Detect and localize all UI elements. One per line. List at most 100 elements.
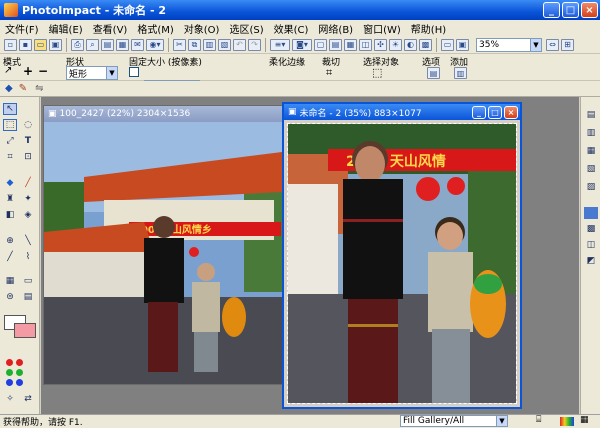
add-icon[interactable]: ▥ bbox=[454, 67, 467, 79]
brush-panel-icon[interactable]: ◫ bbox=[584, 239, 598, 251]
swap-colors-icon[interactable]: ⇄ bbox=[21, 393, 35, 405]
email-icon[interactable]: ✉ bbox=[131, 38, 144, 51]
preview-icon[interactable]: ◫ bbox=[359, 38, 372, 51]
fill-tool-icon[interactable]: ◆ bbox=[3, 177, 17, 189]
print-preview-icon[interactable]: ⌕ bbox=[86, 38, 99, 51]
color-mode-icon[interactable] bbox=[560, 417, 574, 426]
paste-icon[interactable]: ▥ bbox=[203, 38, 216, 51]
photoimpact-app-icon[interactable] bbox=[4, 3, 18, 17]
auto-process-icon[interactable]: ◐ bbox=[404, 38, 417, 51]
menu-edit[interactable]: 编辑(E) bbox=[44, 21, 88, 36]
fixed-size-checkbox[interactable] bbox=[129, 67, 139, 77]
brush-tool-icon[interactable]: ╲ bbox=[21, 235, 35, 247]
chevron-down-icon[interactable]: ▼ bbox=[106, 67, 117, 79]
chevron-down-icon[interactable]: ▼ bbox=[496, 416, 507, 426]
menu-file[interactable]: 文件(F) bbox=[0, 21, 44, 36]
window-titlebar[interactable]: ▣ 100_2427 (22%) 2304×1536 bbox=[44, 106, 282, 122]
camera-dropdown-icon[interactable]: ◙▾ bbox=[292, 38, 312, 51]
window-minimize-button[interactable]: _ bbox=[472, 105, 486, 119]
green-color-dot[interactable] bbox=[6, 369, 13, 376]
actual-size-icon[interactable]: ⊞ bbox=[561, 38, 574, 51]
mode-add-icon[interactable]: + bbox=[23, 64, 33, 78]
layers-icon[interactable]: ▩ bbox=[419, 38, 432, 51]
undo-icon[interactable]: ↶ bbox=[233, 38, 246, 51]
grid-tool-icon[interactable]: ▦ bbox=[3, 275, 17, 287]
copy-icon[interactable]: ⧉ bbox=[188, 38, 201, 51]
crop-tool-icon[interactable]: ⌗ bbox=[3, 151, 17, 163]
window-close-button[interactable]: × bbox=[504, 105, 518, 119]
line-tool-icon[interactable]: ╱ bbox=[3, 251, 17, 263]
green-color-dot[interactable] bbox=[16, 369, 23, 376]
image-window-background[interactable]: ▣ 100_2427 (22%) 2304×1536 2004天山风情乡 bbox=[43, 105, 283, 385]
menu-view[interactable]: 查看(V) bbox=[88, 21, 133, 36]
layer-manager-icon[interactable]: ▥ bbox=[584, 127, 598, 139]
window-titlebar[interactable]: ▣ 未命名 - 2 (35%) 883×1077 _ □ × bbox=[284, 104, 520, 120]
new-image-icon[interactable]: ▪ bbox=[19, 38, 32, 51]
eyedropper-icon[interactable]: ╱ bbox=[21, 177, 35, 189]
material-panel-icon[interactable]: ◩ bbox=[584, 255, 598, 267]
pen-icon[interactable]: ✎ bbox=[19, 83, 27, 94]
minimize-button[interactable]: _ bbox=[543, 2, 560, 18]
lasso-tool-icon[interactable]: ◌ bbox=[21, 119, 35, 131]
maximize-button[interactable]: □ bbox=[562, 2, 579, 18]
red-color-dot[interactable] bbox=[6, 359, 13, 366]
chevron-down-icon[interactable]: ▼ bbox=[530, 38, 541, 51]
menu-format[interactable]: 格式(M) bbox=[132, 21, 178, 36]
open-folder-icon[interactable]: ▭ bbox=[34, 38, 47, 51]
stamp-tool-icon[interactable]: ♜ bbox=[3, 193, 17, 205]
ruler-icon[interactable]: ⌸ bbox=[536, 415, 541, 425]
image-grid-icon[interactable]: ▦ bbox=[344, 38, 357, 51]
menu-web[interactable]: 网络(B) bbox=[313, 21, 358, 36]
blue-color-dot[interactable] bbox=[16, 379, 23, 386]
navigator-icon[interactable]: ▨ bbox=[584, 181, 598, 193]
image-frame-icon[interactable]: ▢ bbox=[314, 38, 327, 51]
eraser-tool-icon[interactable]: ◧ bbox=[3, 209, 17, 221]
new-file-icon[interactable]: ▫ bbox=[4, 38, 17, 51]
grid-status-icon[interactable]: ▦ bbox=[580, 415, 589, 425]
fit-window-icon[interactable]: ⇔ bbox=[546, 38, 559, 51]
mode-subtract-icon[interactable]: − bbox=[38, 64, 48, 78]
menu-object[interactable]: 对象(O) bbox=[179, 21, 225, 36]
window-maximize-button[interactable]: □ bbox=[488, 105, 502, 119]
paste-new-icon[interactable]: ▧ bbox=[218, 38, 231, 51]
zoom-select[interactable]: 35% ▼ bbox=[476, 37, 542, 52]
options-icon[interactable]: ▤ bbox=[427, 67, 440, 79]
scan-icon[interactable]: ▤ bbox=[101, 38, 114, 51]
web-tool-icon[interactable]: ⊜ bbox=[3, 291, 17, 303]
mode-select-icon[interactable]: ↗ bbox=[4, 65, 12, 76]
redo-icon[interactable]: ↷ bbox=[248, 38, 261, 51]
path-tool-icon[interactable]: ⌇ bbox=[21, 251, 35, 263]
brightness-icon[interactable]: ☀ bbox=[389, 38, 402, 51]
print-icon[interactable]: ⎙ bbox=[71, 38, 84, 51]
magic-wand-icon[interactable]: ✦ bbox=[21, 193, 35, 205]
photo-canvas[interactable]: 2004天山风情乡 bbox=[44, 122, 282, 384]
pin-icon[interactable]: ◆ bbox=[5, 83, 13, 94]
image-list-icon[interactable]: ▤ bbox=[329, 38, 342, 51]
transform-icon[interactable]: ✣ bbox=[374, 38, 387, 51]
red-color-dot[interactable] bbox=[16, 359, 23, 366]
retouch-tool-icon[interactable]: ◈ bbox=[21, 209, 35, 221]
scanner-dropdown-icon[interactable]: ≡▾ bbox=[270, 38, 290, 51]
frame-icon[interactable]: ▣ bbox=[456, 38, 469, 51]
select-object-icon[interactable]: ⬚ bbox=[372, 66, 382, 79]
swap-icon[interactable]: ⇋ bbox=[35, 83, 43, 94]
cut-icon[interactable]: ✂ bbox=[173, 38, 186, 51]
menu-window[interactable]: 窗口(W) bbox=[358, 21, 406, 36]
monitor-icon[interactable]: ▭ bbox=[441, 38, 454, 51]
background-color-swatch[interactable] bbox=[14, 323, 36, 338]
text-tool-icon[interactable]: T bbox=[21, 135, 35, 147]
crop-icon[interactable]: ⌗ bbox=[326, 66, 332, 80]
image-window-active[interactable]: ▣ 未命名 - 2 (35%) 883×1077 _ □ × 2004 天山风情 bbox=[282, 102, 522, 409]
layer-tool-icon[interactable]: ▤ bbox=[21, 291, 35, 303]
close-button[interactable]: × bbox=[581, 2, 598, 18]
gallery-select[interactable]: Fill Gallery/All ▼ bbox=[400, 415, 508, 427]
transform-tool-icon[interactable]: ⤢ bbox=[3, 135, 17, 147]
menu-effect[interactable]: 效果(C) bbox=[269, 21, 314, 36]
web-icon[interactable]: ◉▾ bbox=[146, 38, 164, 51]
document-panel-icon[interactable]: ▧ bbox=[584, 163, 598, 175]
frame-tool-icon[interactable]: ▭ bbox=[21, 275, 35, 287]
resize-tool-icon[interactable]: ⊡ bbox=[21, 151, 35, 163]
photo-canvas[interactable]: 2004 天山风情 bbox=[287, 123, 517, 404]
menu-selection[interactable]: 选区(S) bbox=[224, 21, 268, 36]
save-icon[interactable]: ▣ bbox=[49, 38, 62, 51]
